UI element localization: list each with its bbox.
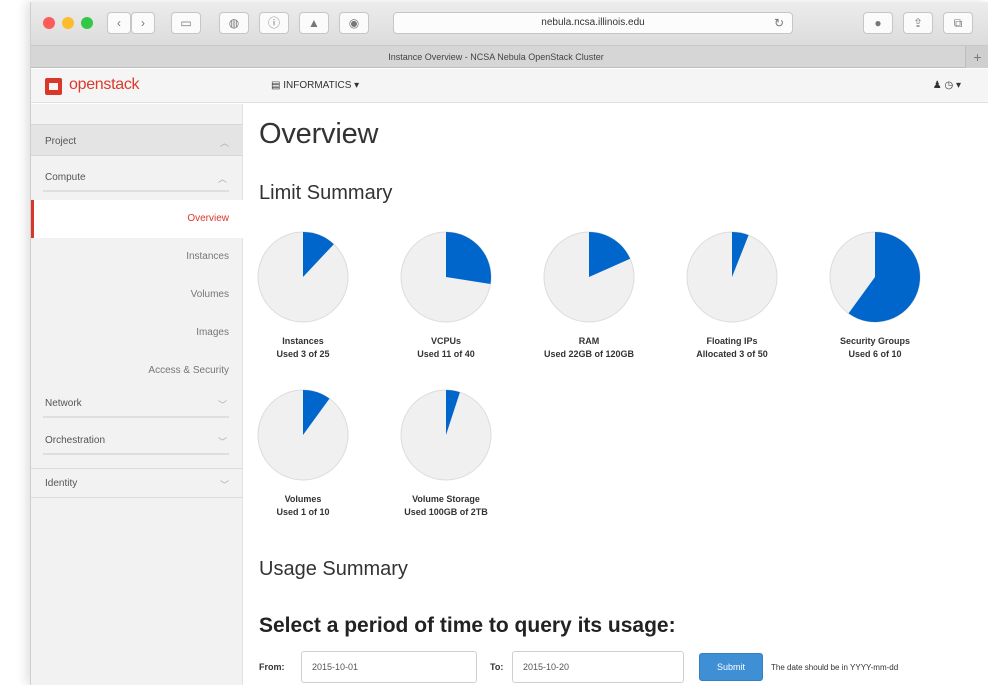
address-bar[interactable]: nebula.ncsa.illinois.edu ↻: [393, 12, 793, 34]
privacy-icon[interactable]: ◉: [339, 12, 369, 34]
from-date-input[interactable]: 2015-10-01: [301, 651, 477, 683]
date-format-hint: The date should be in YYYY-mm-dd: [771, 663, 899, 672]
pie-chart: [829, 231, 921, 323]
sidebar-item-images[interactable]: Images: [31, 314, 243, 352]
sidebar-network-label: Network: [45, 398, 82, 409]
chevron-down-icon: ﹀: [217, 400, 227, 410]
pie-chart: [257, 231, 349, 323]
downloads-icon[interactable]: ●: [863, 12, 893, 34]
openstack-logo-icon[interactable]: [45, 78, 62, 95]
pie-usage-text: Used 1 of 10: [276, 507, 330, 517]
tab-title[interactable]: Instance Overview - NCSA Nebula OpenStac…: [31, 46, 961, 68]
lock-icon[interactable]: ▲: [299, 12, 329, 34]
pie-label: RAM: [578, 336, 600, 346]
limit-summary-heading: Limit Summary: [259, 182, 393, 204]
sidebar-item-overview[interactable]: Overview: [31, 200, 243, 238]
new-tab-button[interactable]: +: [965, 46, 988, 68]
sidebar-item-volumes[interactable]: Volumes: [31, 276, 243, 314]
sidebar-identity-label: Identity: [45, 478, 78, 489]
main-content: Overview Limit Summary Instances Used 3 o…: [244, 104, 988, 685]
zoom-window-button[interactable]: [81, 17, 93, 29]
logo-text[interactable]: openstack: [69, 76, 140, 94]
pie-label: Floating IPs: [706, 336, 758, 346]
chevron-up-icon: ︿: [219, 138, 229, 148]
limit-pie-volume-storage: Volume Storage Used 100GB of 2TB: [375, 388, 518, 538]
limit-pie-security-groups: Security Groups Used 6 of 10: [804, 230, 947, 380]
usage-summary-heading: Usage Summary: [259, 558, 408, 580]
query-heading: Select a period of time to query its usa…: [259, 614, 676, 637]
extension-icon[interactable]: ◍: [219, 12, 249, 34]
date-range-form: From: 2015-10-01 To: 2015-10-20 Submit T…: [259, 651, 979, 685]
chevron-up-icon: ︿: [217, 174, 227, 184]
pie-chart: [257, 389, 349, 481]
close-window-button[interactable]: [43, 17, 55, 29]
reload-icon[interactable]: ↻: [774, 13, 784, 33]
pie-label: Volume Storage: [412, 494, 480, 504]
sidebar-network[interactable]: Network ﹀: [43, 392, 229, 418]
pie-label: Instances: [282, 336, 324, 346]
sidebar-orchestration-label: Orchestration: [45, 435, 106, 446]
pie-chart: [686, 231, 778, 323]
tabs-overview-icon[interactable]: ⧉: [943, 12, 973, 34]
sidebar-item-instances[interactable]: Instances: [31, 238, 243, 276]
chevron-down-icon: ﹀: [219, 480, 229, 490]
back-icon[interactable]: ‹: [107, 12, 131, 34]
limit-pie-ram: RAM Used 22GB of 120GB: [518, 230, 661, 380]
browser-toolbar: ‹ › ▭ ◍ ⓘ ▲ ◉ nebula.ncsa.illinois.edu ↻…: [31, 2, 988, 46]
sidebar-identity[interactable]: Identity ﹀: [31, 468, 243, 498]
sidebar-project[interactable]: Project ︿: [31, 124, 243, 156]
sidebar-compute-label: Compute: [45, 172, 86, 183]
sidebar-item-access-security[interactable]: Access & Security: [31, 352, 243, 390]
sidebar-compute[interactable]: Compute ︿: [43, 166, 229, 192]
sidebar: Project ︿ Compute ︿ Overview Instances V…: [31, 104, 243, 685]
browser-window: ‹ › ▭ ◍ ⓘ ▲ ◉ nebula.ncsa.illinois.edu ↻…: [30, 2, 988, 685]
from-label: From:: [259, 662, 285, 672]
user-menu[interactable]: ♟ ◷ ▾: [933, 80, 961, 91]
pie-usage-text: Used 22GB of 120GB: [543, 349, 635, 359]
pie-label: Volumes: [284, 494, 322, 504]
pie-usage-text: Used 3 of 25: [276, 349, 330, 359]
submit-button[interactable]: Submit: [699, 653, 763, 681]
pie-used-slice: [446, 232, 492, 285]
pie-usage-text: Used 100GB of 2TB: [404, 507, 488, 517]
limit-pie-floating-ips: Floating IPs Allocated 3 of 50: [661, 230, 804, 380]
pie-chart: [543, 231, 635, 323]
to-label: To:: [490, 662, 504, 672]
share-icon[interactable]: ⇪: [903, 12, 933, 34]
project-selector[interactable]: ▤ INFORMATICS ▾: [271, 80, 359, 91]
to-date-input[interactable]: 2015-10-20: [512, 651, 684, 683]
pie-chart: [400, 389, 492, 481]
pie-usage-text: Allocated 3 of 50: [696, 349, 768, 359]
page-title: Overview: [259, 118, 379, 150]
url-text: nebula.ncsa.illinois.edu: [541, 17, 645, 28]
sidebar-project-label: Project: [45, 136, 77, 147]
pie-chart: [400, 231, 492, 323]
pie-usage-text: Used 11 of 40: [417, 349, 475, 359]
minimize-window-button[interactable]: [62, 17, 74, 29]
limit-pie-instances: Instances Used 3 of 25: [232, 230, 375, 380]
tab-bar: Instance Overview - NCSA Nebula OpenStac…: [31, 46, 988, 68]
sidebar-orchestration[interactable]: Orchestration ﹀: [43, 429, 229, 455]
app-header: openstack ▤ INFORMATICS ▾ ♟ ◷ ▾: [31, 69, 988, 103]
sidebar-toggle-icon[interactable]: ▭: [171, 12, 201, 34]
pie-label: Security Groups: [839, 336, 911, 346]
info-icon[interactable]: ⓘ: [259, 12, 289, 34]
chevron-down-icon: ﹀: [217, 437, 227, 447]
forward-icon[interactable]: ›: [131, 12, 155, 34]
limit-pie-vcpus: VCPUs Used 11 of 40: [375, 230, 518, 380]
limit-pie-volumes: Volumes Used 1 of 10: [232, 388, 375, 538]
pie-usage-text: Used 6 of 10: [848, 349, 902, 359]
pie-label: VCPUs: [430, 336, 461, 346]
